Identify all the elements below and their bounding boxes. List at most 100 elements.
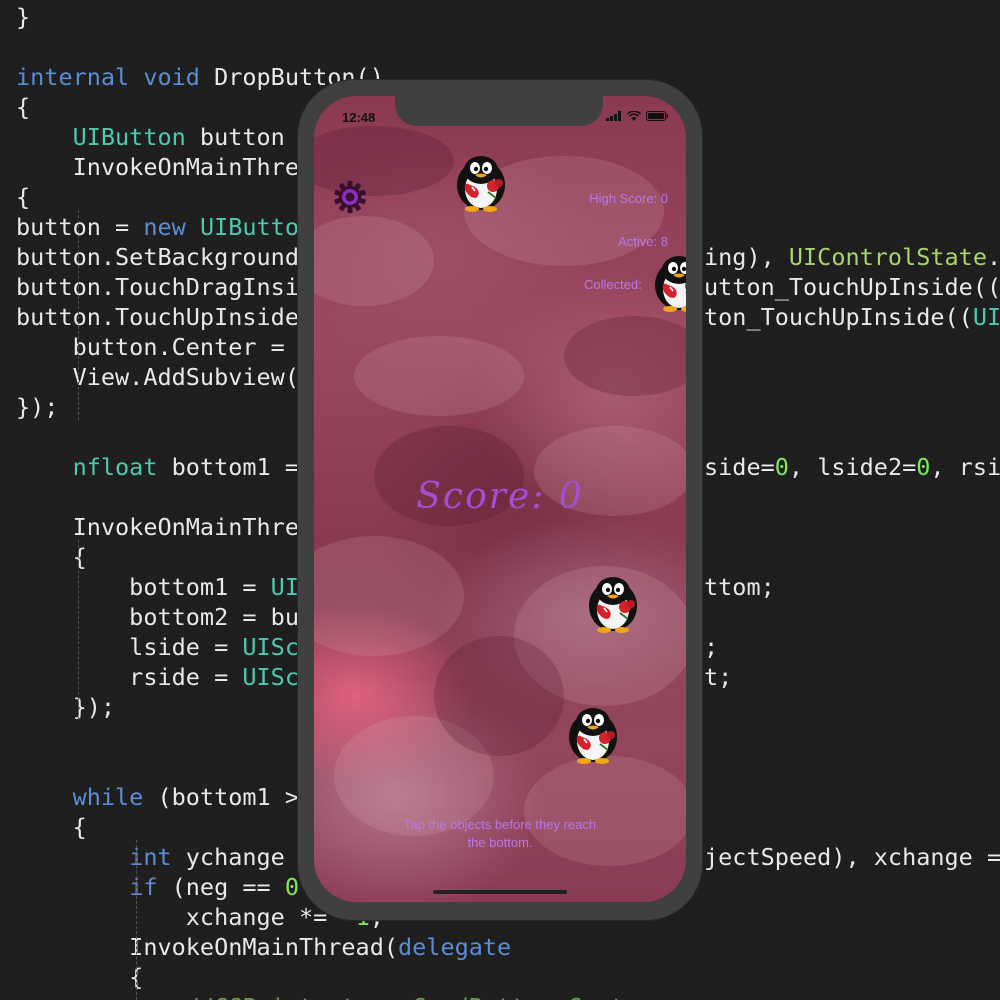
code-token: button.SetBackground — [16, 243, 299, 271]
signal-icon — [606, 111, 621, 121]
code-line: rside = UISc — [16, 662, 299, 692]
code-token: button.TouchDragInsi — [16, 273, 299, 301]
code-token: lside = — [16, 633, 243, 661]
status-time: 12:48 — [342, 110, 376, 125]
code-line: //CGPoint ptr = CardButton.Center — [16, 992, 653, 1000]
falling-object[interactable] — [650, 252, 686, 312]
code-line: InvokeOnMainThre — [16, 152, 299, 182]
code-token: } — [16, 3, 31, 31]
code-line: lside = UISc — [16, 632, 299, 662]
home-indicator[interactable] — [433, 890, 567, 894]
code-line-fragment: ; — [704, 632, 718, 662]
code-token: side= — [704, 453, 775, 481]
code-token: bottom1 = — [157, 453, 314, 481]
penguin-holding-heart-icon — [589, 577, 637, 633]
code-token: InvokeOnMainThre — [16, 153, 299, 181]
code-token: { — [16, 963, 144, 991]
code-token: { — [16, 813, 87, 841]
penguin-holding-heart-icon — [457, 156, 505, 212]
game-screen[interactable]: 12:48 High Score: 0 Active: 8 Collected:… — [314, 96, 686, 902]
code-token: { — [16, 93, 31, 121]
code-line-fragment: t; — [704, 662, 732, 692]
code-token: nfloat — [72, 453, 158, 481]
indent-guide — [136, 840, 137, 1000]
code-token: delegate — [398, 933, 512, 961]
indent-guide — [78, 210, 79, 420]
code-line-fragment: ing), UIControlState.N — [704, 242, 1000, 272]
active-count-label: Active: 8 — [618, 234, 668, 249]
code-token: View.AddSubview( — [16, 363, 299, 391]
code-token: UISc — [242, 633, 299, 661]
code-token: (neg == — [157, 873, 285, 901]
status-icons — [606, 111, 668, 121]
penguin-holding-heart-icon — [655, 256, 686, 312]
code-line: button.SetBackground — [16, 242, 299, 272]
settings-button[interactable] — [332, 179, 368, 215]
code-line: nfloat bottom1 = — [16, 452, 313, 482]
falling-object[interactable] — [452, 152, 510, 212]
code-token: }); — [16, 393, 59, 421]
code-line: if (neg == 0 — [16, 872, 299, 902]
battery-icon — [646, 111, 668, 121]
code-token: utton_TouchUpInside(( — [704, 273, 1000, 301]
code-line: button.TouchUpInside — [16, 302, 299, 332]
code-line: bottom1 = UI — [16, 572, 299, 602]
collected-count-label: Collected: — [584, 277, 642, 292]
phone-frame: 12:48 High Score: 0 Active: 8 Collected:… — [298, 80, 702, 920]
code-token: button — [185, 123, 299, 151]
code-line: { — [16, 542, 87, 572]
code-token: UIButton — [72, 123, 186, 151]
code-token: UIControlState — [788, 243, 987, 271]
code-line: bottom2 = bu — [16, 602, 299, 632]
code-token: xchange *= - — [16, 903, 356, 931]
code-token: button.TouchUpInside — [16, 303, 299, 331]
code-token: 0 — [916, 453, 931, 481]
code-token: while — [72, 783, 144, 811]
code-token: UI — [270, 573, 299, 601]
code-line: int ychange — [16, 842, 299, 872]
gear-icon — [334, 181, 366, 213]
falling-object[interactable] — [564, 704, 622, 764]
code-line-fragment: ttom; — [704, 572, 775, 602]
code-token: InvokeOnMainThre — [16, 513, 299, 541]
penguin-holding-heart-icon — [569, 708, 617, 764]
code-token: }); — [16, 693, 116, 721]
code-line: InvokeOnMainThre — [16, 512, 299, 542]
code-token: ychange — [171, 843, 299, 871]
code-line: { — [16, 92, 30, 122]
code-line: button.TouchDragInsi — [16, 272, 299, 302]
code-token: rside = — [16, 663, 243, 691]
code-token: { — [16, 543, 87, 571]
code-token: ; — [704, 633, 719, 661]
notch — [395, 96, 603, 126]
code-line: }); — [16, 392, 58, 422]
instruction-text: Tap the objects before they reach the bo… — [403, 817, 597, 850]
code-line-fragment: side=0, lside2=0, rsid — [704, 452, 1000, 482]
code-line-fragment: utton_TouchUpInside((U — [704, 272, 1000, 302]
code-token: ing), — [704, 243, 789, 271]
code-token: UIB — [972, 303, 1000, 331]
code-token: button.Center = — [16, 333, 299, 361]
code-line: UIButton button — [16, 122, 299, 152]
code-token: new — [143, 213, 200, 241]
code-token: ttom; — [704, 573, 775, 601]
code-token: UISc — [242, 663, 299, 691]
code-token: if — [129, 873, 158, 901]
code-line: View.AddSubview( — [16, 362, 299, 392]
code-line: while (bottom1 > — [16, 782, 299, 812]
indent-guide — [78, 540, 79, 720]
code-line: } — [16, 2, 30, 32]
code-token: internal void — [16, 63, 215, 91]
code-token: //CGPoint ptr = CardButton.Center — [16, 993, 653, 1000]
code-token: t; — [704, 663, 733, 691]
code-token: UIButto — [199, 213, 299, 241]
code-line: { — [16, 182, 30, 212]
score-display: Score: 0 — [416, 476, 584, 517]
falling-object[interactable] — [584, 573, 642, 633]
code-line: InvokeOnMainThread(delegate — [16, 932, 511, 962]
high-score-label: High Score: 0 — [589, 191, 668, 206]
